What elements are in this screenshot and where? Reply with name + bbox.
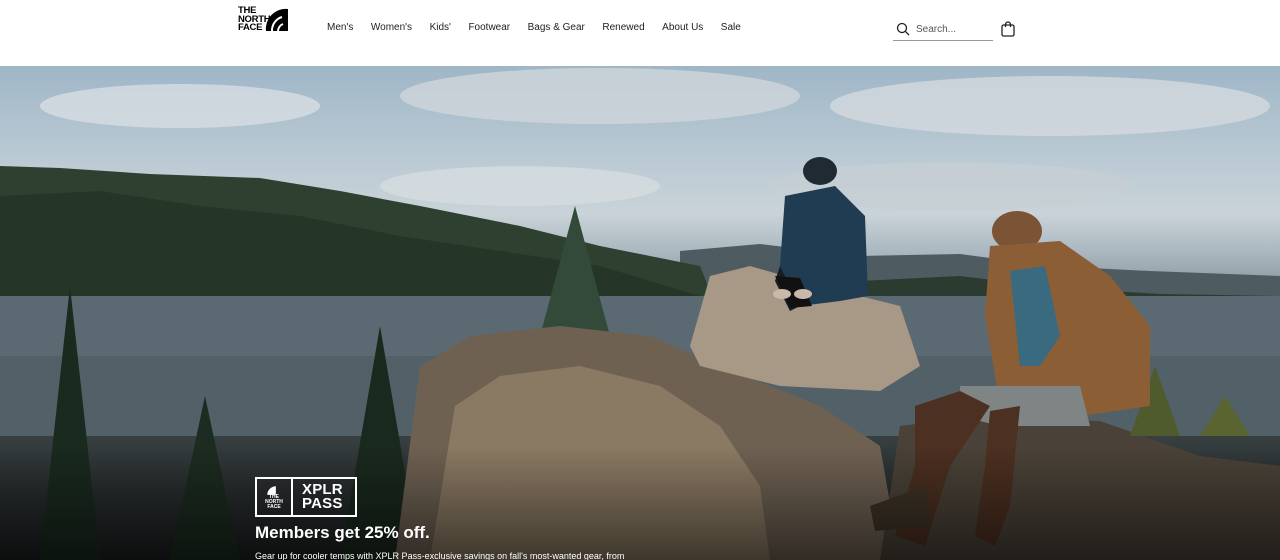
search-box[interactable]	[893, 18, 993, 41]
nav-about-us[interactable]: About Us	[662, 22, 703, 33]
nav-womens[interactable]: Women's	[371, 22, 412, 33]
brand-logo[interactable]: THE NORTH FACE	[238, 6, 292, 33]
main-nav: Men's Women's Kids' Footwear Bags & Gear…	[327, 22, 758, 33]
nav-renewed[interactable]: Renewed	[602, 22, 644, 33]
nav-footwear[interactable]: Footwear	[468, 22, 510, 33]
search-input[interactable]	[916, 23, 986, 35]
hero-banner[interactable]: THE NORTH FACE XPLR PASS Members get 25%…	[0, 66, 1280, 560]
half-dome-icon	[265, 8, 288, 32]
badge-pass-text: XPLR PASS	[302, 481, 343, 512]
nav-mens[interactable]: Men's	[327, 22, 353, 33]
xplr-pass-badge: THE NORTH FACE XPLR PASS	[255, 477, 357, 517]
promo-subtitle: Gear up for cooler temps with XPLR Pass-…	[255, 551, 625, 560]
promo-title: Members get 25% off.	[255, 523, 430, 542]
shopping-bag-icon[interactable]	[1001, 21, 1015, 37]
search-icon[interactable]	[896, 22, 910, 36]
hero-image	[0, 68, 1280, 560]
nav-sale[interactable]: Sale	[721, 22, 741, 33]
site-header: THE NORTH FACE Men's Women's Kids' Footw…	[0, 0, 1280, 66]
badge-brand-logo: THE NORTH FACE	[257, 479, 293, 515]
badge-logo-text: THE NORTH FACE	[265, 493, 283, 510]
nav-kids[interactable]: Kids'	[430, 22, 451, 33]
nav-bags-gear[interactable]: Bags & Gear	[528, 22, 585, 33]
xplr-pass-promo: THE NORTH FACE XPLR PASS Members get 25%…	[255, 477, 624, 560]
